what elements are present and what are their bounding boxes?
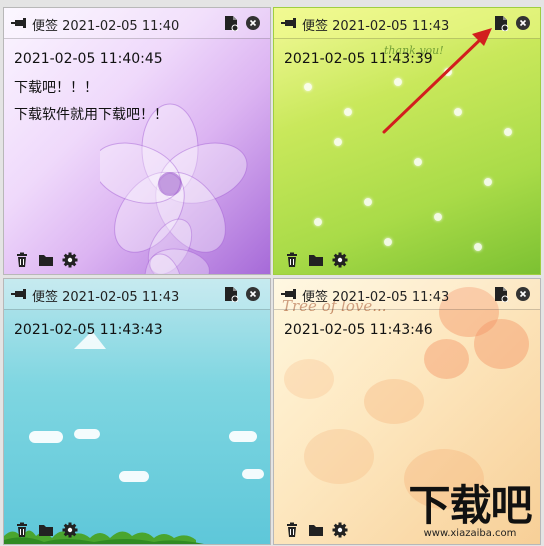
note-title: 便签 2021-02-05 11:40 xyxy=(32,19,180,34)
note-toolbar xyxy=(14,522,78,538)
pin-icon[interactable] xyxy=(281,18,299,28)
gear-icon[interactable] xyxy=(332,252,348,268)
gear-icon[interactable] xyxy=(62,252,78,268)
pin-icon[interactable] xyxy=(281,289,299,299)
trash-icon[interactable] xyxy=(14,252,30,268)
sticky-note[interactable]: 便签 2021-02-05 11:40 2021-02-05 11:40:45 … xyxy=(3,7,271,275)
close-icon[interactable] xyxy=(516,16,530,30)
note-toolbar xyxy=(284,522,348,538)
note-header[interactable]: 便签 2021-02-05 11:40 xyxy=(4,8,270,39)
note-header[interactable]: 便签 2021-02-05 11:43 xyxy=(274,279,540,310)
trash-icon[interactable] xyxy=(14,522,30,538)
annotation-arrow xyxy=(382,28,492,134)
pin-icon[interactable] xyxy=(11,18,29,28)
note-header[interactable]: 便签 2021-02-05 11:43 xyxy=(4,279,270,310)
note-toolbar xyxy=(14,252,78,268)
note-text-line: 下载软件就用下载吧！！ xyxy=(14,107,168,123)
note-content[interactable]: 2021-02-05 11:43:43 xyxy=(14,319,260,342)
close-icon[interactable] xyxy=(516,287,530,301)
note-text-line: 2021-02-05 11:40:45 xyxy=(14,51,163,67)
gear-icon[interactable] xyxy=(62,522,78,538)
note-text-line: 2021-02-05 11:43:46 xyxy=(284,322,433,338)
new-note-icon[interactable] xyxy=(494,286,508,302)
sticky-note[interactable]: 便签 2021-02-05 11:43 2021-02-05 11:43:43 xyxy=(3,278,271,545)
folder-icon[interactable] xyxy=(308,252,324,268)
close-icon[interactable] xyxy=(246,16,260,30)
note-toolbar xyxy=(284,252,348,268)
note-content[interactable]: 2021-02-05 11:43:46 xyxy=(284,319,530,342)
folder-icon[interactable] xyxy=(38,252,54,268)
note-content[interactable]: 2021-02-05 11:40:45 下载吧！！！ 下载软件就用下载吧！！ xyxy=(14,48,260,127)
trash-icon[interactable] xyxy=(284,522,300,538)
note-title: 便签 2021-02-05 11:43 xyxy=(302,290,450,305)
note-text-line: 2021-02-05 11:43:43 xyxy=(14,322,163,338)
trash-icon[interactable] xyxy=(284,252,300,268)
site-watermark: 下载吧 www.xiazaiba.com xyxy=(400,484,540,540)
desktop-screen: 便签 2021-02-05 11:40 2021-02-05 11:40:45 … xyxy=(0,0,544,546)
pin-icon[interactable] xyxy=(11,289,29,299)
note-title: 便签 2021-02-05 11:43 xyxy=(32,290,180,305)
new-note-icon[interactable] xyxy=(224,286,238,302)
close-icon[interactable] xyxy=(246,287,260,301)
note-text-line: 下载吧！！！ xyxy=(14,80,98,96)
folder-icon[interactable] xyxy=(308,522,324,538)
gear-icon[interactable] xyxy=(332,522,348,538)
new-note-icon[interactable] xyxy=(224,15,238,31)
folder-icon[interactable] xyxy=(38,522,54,538)
watermark-logo-text: 下载吧 xyxy=(408,481,532,530)
